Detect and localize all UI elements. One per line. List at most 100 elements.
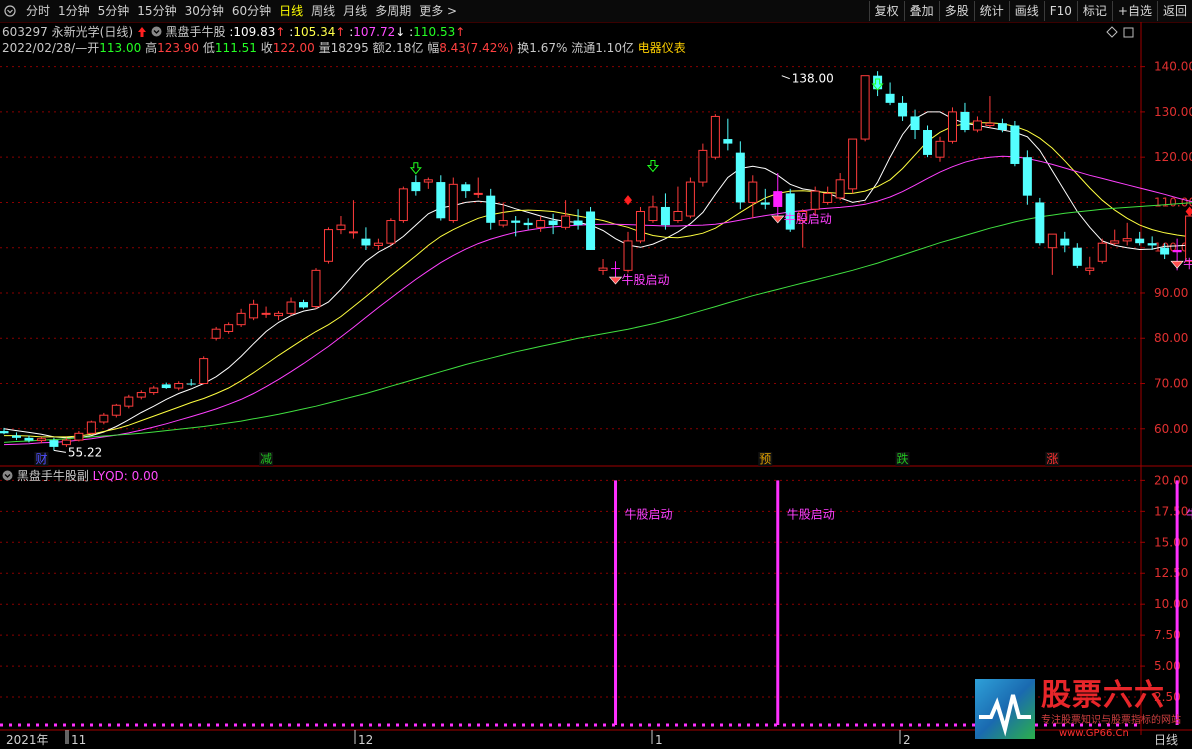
v4-arrow: ↑ bbox=[455, 25, 466, 39]
xaxis-label: 12 bbox=[358, 733, 373, 747]
stock-code: 603297 bbox=[2, 25, 48, 39]
green-down-arrow-icon bbox=[409, 162, 422, 175]
ma-line-0 bbox=[3, 111, 1192, 439]
candle-body bbox=[810, 190, 820, 210]
toolbar-button[interactable]: 统计 bbox=[973, 1, 1009, 21]
green-down-arrow-icon bbox=[871, 78, 884, 91]
candle-body bbox=[373, 242, 383, 246]
sub-indicator-menu-icon[interactable] bbox=[2, 470, 13, 481]
candle-body bbox=[1022, 157, 1032, 196]
period-tab[interactable]: 5分钟 bbox=[94, 0, 134, 22]
candle-body bbox=[960, 111, 970, 131]
toolbar-button[interactable]: 多股 bbox=[938, 1, 974, 21]
toolbar-button[interactable]: 返回 bbox=[1156, 1, 1192, 21]
period-tab[interactable]: 分时 bbox=[22, 0, 54, 22]
main-tick-label: 110.00 bbox=[1154, 195, 1192, 209]
period-tab[interactable]: 1分钟 bbox=[54, 0, 94, 22]
candle-body bbox=[586, 211, 596, 250]
signal-diamond-icon bbox=[608, 276, 623, 285]
period-tab[interactable]: 周线 bbox=[307, 0, 339, 22]
stock-header: 603297 永新光学(日线) 黑盘手牛股 :109.83↑ :105.34↑ … bbox=[2, 25, 466, 39]
signal-label: 牛股启动 bbox=[784, 211, 832, 226]
v2-arrow: ↑ bbox=[335, 25, 346, 39]
candle-body bbox=[511, 220, 521, 223]
toolbar-button[interactable]: 标记 bbox=[1076, 1, 1112, 21]
quote-sector[interactable]: 电器仪表 bbox=[638, 41, 686, 55]
period-toolbar: 分时 1分钟 5分钟 15分钟 30分钟 60分钟 日线 周线 月线 多周期 更多 > 复权 叠加 多股… bbox=[0, 0, 1192, 23]
quote-amount: 2.18亿 bbox=[384, 41, 424, 55]
candle-body bbox=[623, 240, 633, 271]
candle-body bbox=[249, 303, 259, 319]
candle-body bbox=[823, 192, 833, 203]
candle-body bbox=[423, 179, 433, 183]
candle-body bbox=[398, 188, 408, 222]
candle-body bbox=[411, 182, 421, 192]
candle-body bbox=[286, 301, 296, 314]
event-marker-bg bbox=[1045, 452, 1060, 466]
candle-body bbox=[1085, 267, 1095, 271]
period-tab[interactable]: 30分钟 bbox=[181, 0, 228, 22]
toolbar-button[interactable]: 画线 bbox=[1008, 1, 1044, 21]
candle-body bbox=[99, 414, 109, 423]
kline-chart[interactable]: 140.00130.00120.00110.00100.0090.0080.00… bbox=[0, 0, 1192, 749]
watermark-title: 股票六六 bbox=[1041, 678, 1165, 713]
candle-body bbox=[972, 120, 982, 131]
signal-label: 牛股启动 bbox=[622, 272, 670, 287]
candle-body bbox=[923, 130, 933, 155]
candle-body bbox=[211, 328, 221, 339]
period-tab[interactable]: 日线 bbox=[275, 0, 307, 22]
candle-body bbox=[573, 220, 583, 226]
v3-arrow: ↓ bbox=[395, 25, 406, 39]
candle-body bbox=[486, 195, 496, 223]
low-pointer bbox=[53, 449, 67, 453]
candle-body bbox=[199, 358, 209, 385]
candle-body bbox=[311, 269, 321, 308]
sub-chart-header: 黑盘手牛股副 LYQD: 0.00 bbox=[2, 468, 158, 484]
ma-line-1 bbox=[4, 122, 1192, 438]
period-tab[interactable]: 15分钟 bbox=[133, 0, 180, 22]
candle-body bbox=[386, 220, 396, 244]
period-tab[interactable]: 多周期 bbox=[371, 0, 415, 22]
toolbar-button[interactable]: 复权 bbox=[868, 1, 904, 21]
watermark-url: www.GP66.Cn bbox=[1059, 728, 1129, 739]
candle-body bbox=[673, 210, 683, 222]
candle-body bbox=[448, 183, 458, 222]
candle-body bbox=[735, 152, 745, 203]
candle-body bbox=[798, 210, 808, 222]
candle-body bbox=[1135, 238, 1145, 244]
toolbar-button[interactable]: 叠加 bbox=[903, 1, 939, 21]
menu-icon[interactable] bbox=[4, 5, 16, 17]
toolbar-button[interactable]: +自选 bbox=[1111, 1, 1157, 21]
sub-tick-label: 15.00 bbox=[1154, 535, 1188, 549]
candle-body bbox=[236, 312, 246, 326]
xaxis-label: 2021年 bbox=[6, 733, 49, 747]
period-tab[interactable]: 月线 bbox=[339, 0, 371, 22]
candle-body bbox=[635, 210, 645, 242]
candle-body bbox=[698, 149, 708, 183]
candle-body bbox=[898, 102, 908, 117]
quote-close: 122.00 bbox=[272, 41, 315, 55]
toolbar-button[interactable]: F10 bbox=[1043, 1, 1077, 21]
period-tab[interactable]: 更多 > bbox=[415, 0, 461, 22]
candle-body bbox=[848, 138, 858, 190]
event-marker-bg bbox=[895, 452, 910, 466]
candle-body bbox=[1060, 238, 1070, 246]
event-marker: 财 bbox=[35, 452, 47, 466]
indicator-menu-icon[interactable] bbox=[151, 26, 162, 37]
v1-arrow: ↑ bbox=[275, 25, 286, 39]
candle-body bbox=[136, 392, 146, 398]
candle-body bbox=[660, 206, 670, 226]
candle-body bbox=[1147, 243, 1157, 246]
candle-body bbox=[36, 438, 46, 442]
candle-body bbox=[61, 439, 71, 446]
layout-square-icon bbox=[1123, 27, 1134, 38]
period-tab[interactable]: 60分钟 bbox=[228, 0, 275, 22]
candle-body bbox=[1110, 240, 1120, 244]
layout-diamond-icon bbox=[1106, 26, 1118, 38]
green-down-arrow-icon bbox=[646, 159, 660, 173]
indicator-v4: 110.53 bbox=[413, 25, 456, 39]
candle-body bbox=[1072, 247, 1082, 266]
quote-volume: 18295 bbox=[330, 41, 369, 55]
main-tick-label: 60.00 bbox=[1154, 422, 1188, 436]
xaxis-label: 11 bbox=[71, 733, 86, 747]
